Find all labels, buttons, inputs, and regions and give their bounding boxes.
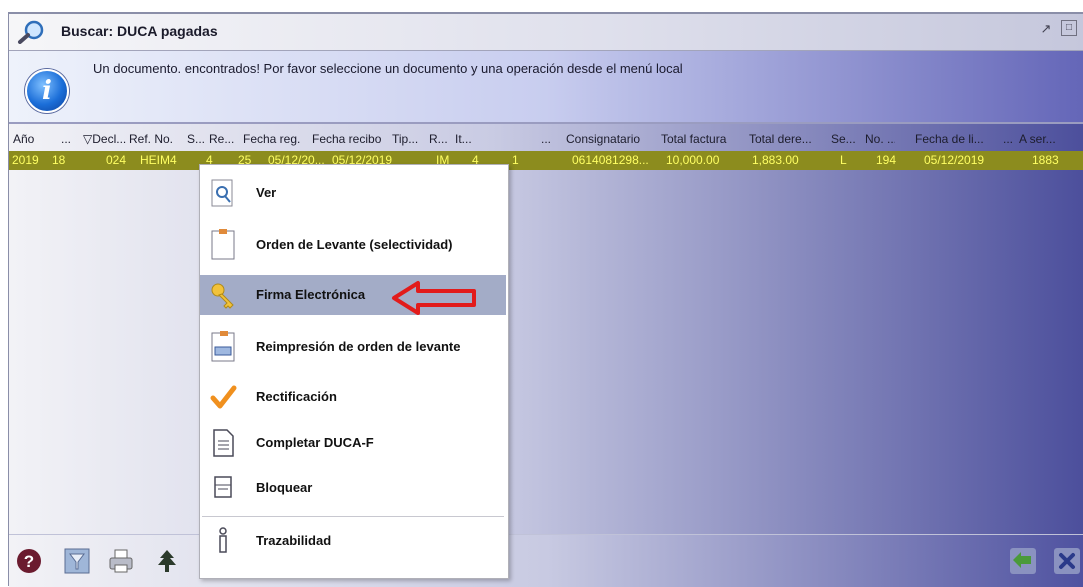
tree-icon[interactable] (153, 547, 181, 575)
form-icon (208, 427, 238, 459)
column-header[interactable]: Fecha de li... (915, 132, 997, 146)
column-header[interactable]: Fecha reg. (243, 132, 307, 146)
reprint-icon (208, 331, 238, 363)
menu-item-trazabilidad[interactable]: Trazabilidad (200, 521, 506, 561)
column-header[interactable]: ... (1003, 132, 1017, 146)
menu-item-completar-duca-f[interactable]: Completar DUCA-F (200, 423, 506, 463)
column-header[interactable]: A ser... (1019, 132, 1079, 146)
info-icon: i (25, 69, 69, 113)
table-cell: 0614081298... (572, 153, 649, 167)
block-icon (208, 472, 238, 504)
svg-text:?: ? (24, 552, 34, 571)
menu-separator (202, 516, 504, 517)
bottom-toolbar: ? (9, 534, 1083, 587)
table-cell: 024 (106, 153, 127, 167)
menu-item-label: Trazabilidad (256, 533, 332, 548)
menu-item-label: Orden de Levante (selectividad) (256, 237, 453, 252)
table-cell: 2019 (12, 153, 39, 167)
column-header[interactable]: Consignatario (566, 132, 656, 146)
filter-icon[interactable] (63, 547, 91, 575)
table-row[interactable]: 2019 18 024 HEIM4 4 25 05/12/20... 05/12… (9, 151, 1083, 170)
search-icon (17, 20, 45, 44)
column-header[interactable]: ▽Decl... (83, 132, 127, 146)
table-cell: 10,000.00 (666, 153, 720, 167)
table-cell: 1,883.00 (752, 153, 799, 167)
table-cell: HEIM4 (140, 153, 177, 167)
magnifier-icon (208, 177, 238, 209)
search-window: Buscar: DUCA pagadas ↗ □ i Un documento.… (8, 12, 1083, 587)
column-header[interactable]: No. ... (865, 132, 895, 146)
message-bar: i Un documento. encontrados! Por favor s… (9, 51, 1083, 124)
table-cell: L (840, 153, 847, 167)
trace-icon (208, 525, 238, 557)
menu-item-label: Completar DUCA-F (256, 435, 374, 450)
column-header[interactable]: Fecha recibo (312, 132, 388, 146)
window-title: Buscar: DUCA pagadas (61, 23, 218, 39)
document-icon (208, 229, 238, 261)
column-header[interactable]: ... (541, 132, 561, 146)
menu-item-label: Rectificación (256, 389, 337, 404)
column-header[interactable]: Se... (831, 132, 861, 146)
menu-item-orden-de-levante[interactable]: Orden de Levante (selectividad) (200, 225, 506, 265)
table-cell (535, 151, 563, 170)
table-cell (1007, 151, 1021, 170)
column-header[interactable]: Total dere... (749, 132, 827, 146)
key-icon (208, 279, 238, 311)
column-header[interactable]: S... (187, 132, 207, 146)
table-cell: 1883 (1032, 153, 1059, 167)
menu-item-reimpresion[interactable]: Reimpresión de orden de levante (200, 327, 506, 367)
checkmark-icon (208, 381, 238, 413)
column-header[interactable]: Año (13, 132, 43, 146)
printer-icon[interactable] (107, 547, 135, 575)
menu-item-rectificacion[interactable]: Rectificación (200, 377, 506, 417)
column-header[interactable]: Tip... (392, 132, 426, 146)
menu-item-bloquear[interactable]: Bloquear (200, 468, 506, 508)
title-bar: Buscar: DUCA pagadas ↗ □ (9, 14, 1083, 51)
column-header[interactable]: It... (455, 132, 477, 146)
menu-item-label: Firma Electrónica (256, 287, 366, 302)
column-header[interactable]: Ref. No. (129, 132, 183, 146)
table-cell: 194 (876, 153, 897, 167)
table-cell: 18 (52, 153, 66, 167)
column-header[interactable]: ... (61, 132, 79, 146)
menu-item-ver[interactable]: Ver (200, 173, 506, 213)
status-message: Un documento. encontrados! Por favor sel… (93, 61, 683, 76)
accept-icon[interactable] (1009, 547, 1037, 575)
red-arrow-annotation (392, 281, 476, 315)
help-icon[interactable]: ? (15, 547, 43, 575)
table-cell: 05/12/2019 (924, 153, 985, 167)
menu-item-label: Reimpresión de orden de levante (256, 339, 461, 354)
restore-icon[interactable]: ↗ (1037, 20, 1055, 38)
table-cell: 1 (512, 153, 519, 167)
close-icon[interactable] (1053, 547, 1081, 575)
column-header[interactable]: R... (429, 132, 453, 146)
menu-item-label: Ver (256, 185, 277, 200)
menu-item-label: Bloquear (256, 480, 313, 495)
column-header[interactable]: Re... (209, 132, 239, 146)
maximize-icon[interactable]: □ (1061, 20, 1077, 36)
column-header[interactable]: Total factura (661, 132, 747, 146)
context-menu: Ver Orden de Levante (selectividad) Firm… (199, 164, 509, 579)
table-header: Año ... ▽Decl... Ref. No. S... Re... Fec… (9, 129, 1083, 149)
